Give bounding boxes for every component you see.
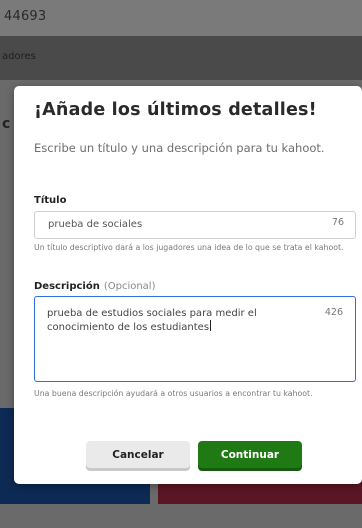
title-field-hint: Un título descriptivo dará a los jugador…	[34, 243, 344, 252]
description-textarea-value[interactable]: prueba de estudios sociales para medir e…	[47, 307, 309, 334]
background-nav-row: adores	[0, 36, 362, 80]
description-label-text: Descripción	[34, 281, 100, 292]
title-input[interactable]: prueba de sociales 76	[34, 211, 356, 239]
cancel-button[interactable]: Cancelar	[86, 441, 190, 468]
background-top-bar: 44693	[0, 0, 362, 36]
title-input-value[interactable]: prueba de sociales	[48, 219, 142, 230]
title-char-count: 76	[331, 217, 344, 228]
description-text[interactable]: prueba de estudios sociales para medir e…	[47, 308, 257, 333]
modal-title: ¡Añade los últimos detalles!	[34, 100, 317, 120]
game-pin-text: 44693	[4, 9, 47, 24]
background-nav-text: adores	[2, 51, 36, 62]
details-modal: ¡Añade los últimos detalles! Escribe un …	[14, 86, 362, 484]
description-textarea[interactable]: prueba de estudios sociales para medir e…	[34, 296, 356, 382]
description-field-hint: Una buena descripción ayudará a otros us…	[34, 389, 313, 398]
description-char-count: 426	[324, 307, 343, 318]
optional-label: (Opcional)	[103, 281, 156, 292]
continue-button[interactable]: Continuar	[198, 441, 302, 468]
description-field-label: Descripción (Opcional)	[34, 281, 156, 292]
title-field-label: Título	[34, 195, 67, 206]
text-cursor	[210, 320, 212, 331]
modal-subtitle: Escribe un título y una descripción para…	[34, 141, 325, 155]
background-partial-letter: c	[2, 116, 11, 132]
